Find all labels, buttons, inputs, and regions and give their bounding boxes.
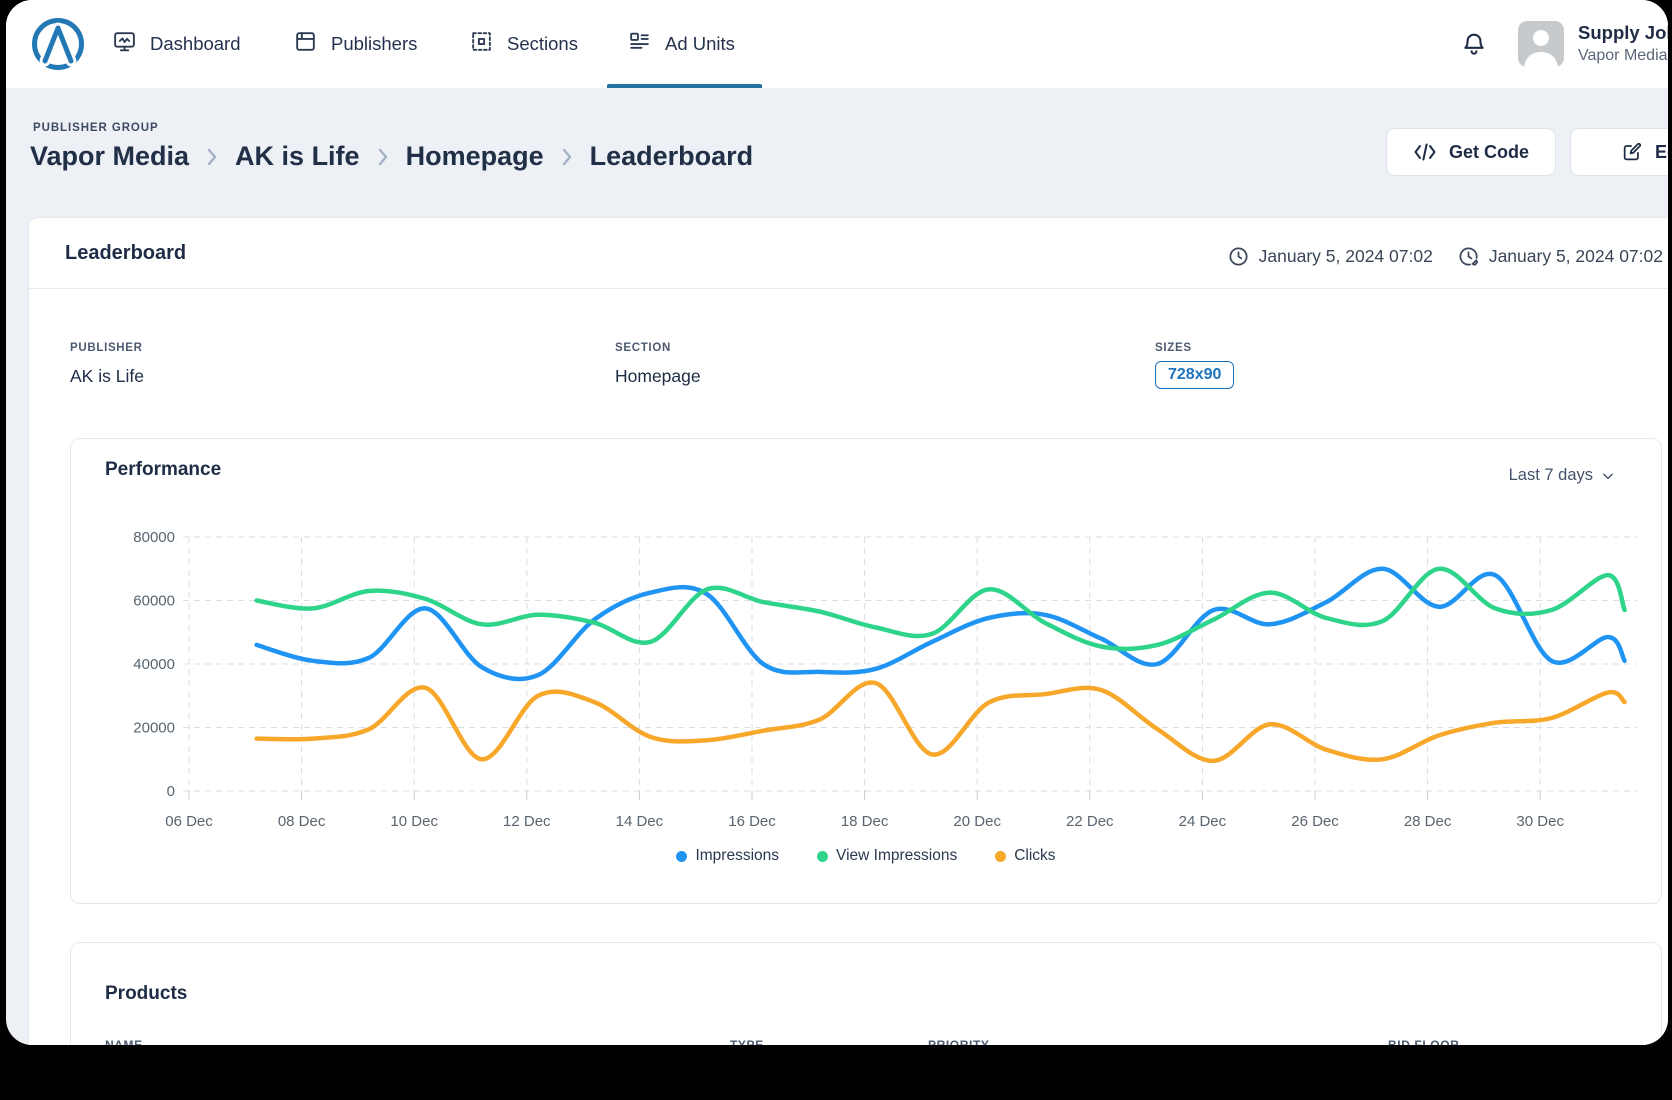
breadcrumb-item-publisher[interactable]: AK is Life [235,141,360,172]
divider [29,288,1668,289]
legend-dot [817,851,828,862]
notifications-bell-icon[interactable] [1460,29,1488,64]
legend-dot [995,851,1006,862]
updated-timestamp: January 5, 2024 07:02 [1457,245,1663,268]
x-axis-tick-label: 24 Dec [1179,813,1227,830]
x-axis-tick-label: 08 Dec [278,813,326,830]
y-axis-tick-label: 20000 [133,720,175,737]
sizes-label: SIZES [1155,342,1192,354]
nav-item-sections[interactable]: Sections [469,0,578,88]
x-axis-tick-label: 06 Dec [165,813,213,830]
ad-unit-card: Leaderboard January 5, 2024 07:02 Januar… [28,217,1668,1045]
products-col-type: TYPE [730,1038,764,1045]
edit-label: Edit [1655,142,1668,163]
breadcrumb-item-ad-unit[interactable]: Leaderboard [590,141,754,172]
products-title: Products [105,983,187,1005]
breadcrumb: Vapor Media AK is Life Homepage Leaderbo… [30,141,753,172]
chevron-right-icon [559,146,575,168]
clock-edit-icon [1457,245,1480,268]
series-line-clicks [257,682,1625,760]
get-code-label: Get Code [1449,142,1529,163]
user-org: Vapor Media [1578,45,1668,66]
legend-item-clicks[interactable]: Clicks [995,847,1055,865]
publisher-label: PUBLISHER [70,342,143,354]
products-col-priority: PRIORITY [928,1038,989,1045]
legend-label: Impressions [695,847,779,865]
x-axis-tick-label: 28 Dec [1404,813,1452,830]
get-code-button[interactable]: Get Code [1386,128,1556,176]
nav-label: Ad Units [665,33,735,55]
nav-label: Publishers [331,33,417,55]
products-col-bid-floor: BID FLOOR [1388,1038,1459,1045]
x-axis-tick-label: 16 Dec [728,813,776,830]
section-value: Homepage [615,366,701,387]
edit-pencil-icon [1621,141,1643,163]
chevron-right-icon [375,146,391,168]
code-icon [1413,142,1437,162]
y-axis-tick-label: 60000 [133,593,175,610]
x-axis-tick-label: 10 Dec [390,813,438,830]
nav-item-dashboard[interactable]: Dashboard [112,0,241,88]
app-logo-icon[interactable] [30,16,86,77]
nav-item-publishers[interactable]: Publishers [293,0,417,88]
clock-icon [1227,245,1250,268]
x-axis-tick-label: 30 Dec [1516,813,1564,830]
x-axis-tick-label: 12 Dec [503,813,551,830]
x-axis-tick-label: 14 Dec [616,813,664,830]
user-name: Supply John [1578,21,1668,45]
products-col-name: NAME [105,1038,143,1045]
user-avatar[interactable] [1518,21,1564,67]
edit-button[interactable]: Edit [1570,128,1668,176]
nav-item-ad-units[interactable]: Ad Units [627,0,735,88]
updated-at: January 5, 2024 07:02 [1489,246,1663,267]
dashboard-icon [112,29,137,59]
breadcrumb-item-section[interactable]: Homepage [406,141,544,172]
ad-units-icon [627,29,652,59]
legend-label: Clicks [1014,847,1055,865]
ad-unit-title: Leaderboard [65,242,186,265]
chart-legend: Impressions View Impressions Clicks [71,847,1661,865]
y-axis-tick-label: 0 [167,783,175,800]
sections-icon [469,29,494,59]
active-tab-underline [607,84,762,88]
chevron-right-icon [204,146,220,168]
x-axis-tick-label: 20 Dec [953,813,1001,830]
publishers-icon [293,29,318,59]
performance-card: Performance Last 7 days 0200004000060000… [70,438,1662,904]
publisher-value: AK is Life [70,366,144,387]
performance-chart: 0 20000 40000 60000 80000 06 Dec 08 Dec 10 Dec 1… [71,439,1663,839]
x-axis-tick-label: 18 Dec [841,813,889,830]
publisher-group-label: PUBLISHER GROUP [33,122,159,134]
created-at: January 5, 2024 07:02 [1259,246,1433,267]
timestamps: January 5, 2024 07:02 January 5, 2024 07… [1227,245,1663,268]
size-badge[interactable]: 728x90 [1155,361,1234,389]
x-axis-tick-label: 26 Dec [1291,813,1339,830]
y-axis-tick-label: 80000 [133,529,175,546]
legend-label: View Impressions [836,847,957,865]
nav-label: Dashboard [150,33,241,55]
user-menu[interactable]: Supply John Vapor Media [1578,21,1668,66]
legend-item-impressions[interactable]: Impressions [676,847,779,865]
breadcrumb-item-publisher-group[interactable]: Vapor Media [30,141,189,172]
created-timestamp: January 5, 2024 07:02 [1227,245,1433,268]
app-window: Dashboard Publishers Sections [6,0,1668,1045]
section-label: SECTION [615,342,671,354]
y-axis-tick-label: 40000 [133,656,175,673]
x-axis-tick-label: 22 Dec [1066,813,1114,830]
nav-label: Sections [507,33,578,55]
legend-dot [676,851,687,862]
top-nav: Dashboard Publishers Sections [6,0,1668,88]
legend-item-view-impressions[interactable]: View Impressions [817,847,957,865]
products-card: Products NAME TYPE PRIORITY BID FLOOR [70,942,1662,1045]
